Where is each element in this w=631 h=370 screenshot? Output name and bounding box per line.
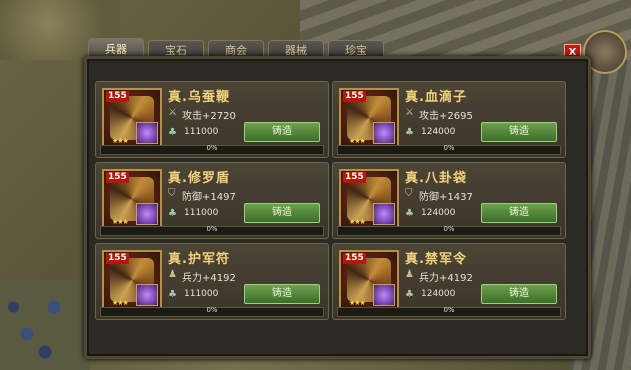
item-name: 真.禁军令 xyxy=(405,252,467,267)
progress-bar: 0% xyxy=(337,306,561,317)
forge-button[interactable]: 铸造 xyxy=(244,284,320,304)
gem-slot-icon xyxy=(373,203,395,225)
shield-icon: ⛉ xyxy=(168,188,176,199)
item-icon[interactable]: 155 ★★★ xyxy=(339,88,399,148)
item-stat: 攻击+2720 xyxy=(182,111,236,122)
progress-bar: 0% xyxy=(100,306,324,317)
gem-slot-icon xyxy=(373,284,395,306)
progress-bar: 0% xyxy=(100,225,324,236)
resource-icon: ♣ xyxy=(168,127,177,138)
item-cost: 111000 xyxy=(184,289,219,299)
item-cost: 124000 xyxy=(421,289,456,299)
progress-bar: 0% xyxy=(337,225,561,236)
resource-icon: ♣ xyxy=(168,289,177,300)
progress-label: 0% xyxy=(443,144,455,152)
resource-icon: ♣ xyxy=(168,208,177,219)
forge-button[interactable]: 铸造 xyxy=(481,284,557,304)
item-card: 155 ★★★ 真.乌蚕鞭 ⚔ 攻击+2720 ♣ 111000 铸造 0% xyxy=(95,81,329,158)
item-cost: 124000 xyxy=(421,208,456,218)
item-icon[interactable]: 155 ★★★ xyxy=(339,250,399,310)
item-icon[interactable]: 155 ★★★ xyxy=(102,88,162,148)
progress-label: 0% xyxy=(443,306,455,314)
item-stat: 兵力+4192 xyxy=(419,273,473,284)
gem-slot-icon xyxy=(136,122,158,144)
progress-label: 0% xyxy=(206,225,218,233)
item-stat: 攻击+2695 xyxy=(419,111,473,122)
progress-label: 0% xyxy=(206,144,218,152)
sword-icon: ⚔ xyxy=(168,107,177,118)
item-name: 真.护军符 xyxy=(168,252,230,267)
progress-bar: 0% xyxy=(337,144,561,155)
item-cost: 124000 xyxy=(421,127,456,137)
level-badge: 155 xyxy=(106,91,129,102)
gem-slot-icon xyxy=(136,203,158,225)
item-name: 真.血滴子 xyxy=(405,90,467,105)
resource-icon: ♣ xyxy=(405,208,414,219)
resource-icon: ♣ xyxy=(405,289,414,300)
forge-button[interactable]: 铸造 xyxy=(244,203,320,223)
item-name: 真.八卦袋 xyxy=(405,171,467,186)
soldier-icon: ♟ xyxy=(405,269,414,280)
item-stat: 兵力+4192 xyxy=(182,273,236,284)
level-badge: 155 xyxy=(343,172,366,183)
item-cost: 111000 xyxy=(184,127,219,137)
forge-button[interactable]: 铸造 xyxy=(481,203,557,223)
level-badge: 155 xyxy=(343,91,366,102)
shield-icon: ⛉ xyxy=(405,188,413,199)
level-badge: 155 xyxy=(106,253,129,264)
item-card: 155 ★★★ 真.血滴子 ⚔ 攻击+2695 ♣ 124000 铸造 0% xyxy=(332,81,566,158)
forge-button[interactable]: 铸造 xyxy=(481,122,557,142)
item-name: 真.乌蚕鞭 xyxy=(168,90,230,105)
item-icon[interactable]: 155 ★★★ xyxy=(339,169,399,229)
item-stat: 防御+1497 xyxy=(182,192,236,203)
forge-button[interactable]: 铸造 xyxy=(244,122,320,142)
item-icon[interactable]: 155 ★★★ xyxy=(102,250,162,310)
item-icon[interactable]: 155 ★★★ xyxy=(102,169,162,229)
level-badge: 155 xyxy=(343,253,366,264)
level-badge: 155 xyxy=(106,172,129,183)
item-stat: 防御+1437 xyxy=(419,192,473,203)
item-card: 155 ★★★ 真.护军符 ♟ 兵力+4192 ♣ 111000 铸造 0% xyxy=(95,243,329,320)
item-card: 155 ★★★ 真.修罗盾 ⛉ 防御+1497 ♣ 111000 铸造 0% xyxy=(95,162,329,239)
sword-icon: ⚔ xyxy=(405,107,414,118)
item-card: 155 ★★★ 真.禁军令 ♟ 兵力+4192 ♣ 124000 铸造 0% xyxy=(332,243,566,320)
gem-slot-icon xyxy=(373,122,395,144)
item-cost: 111000 xyxy=(184,208,219,218)
resource-icon: ♣ xyxy=(405,127,414,138)
progress-bar: 0% xyxy=(100,144,324,155)
soldier-icon: ♟ xyxy=(168,269,177,280)
background-troops xyxy=(0,280,90,370)
gem-slot-icon xyxy=(136,284,158,306)
item-card: 155 ★★★ 真.八卦袋 ⛉ 防御+1437 ♣ 124000 铸造 0% xyxy=(332,162,566,239)
progress-label: 0% xyxy=(206,306,218,314)
item-name: 真.修罗盾 xyxy=(168,171,230,186)
progress-label: 0% xyxy=(443,225,455,233)
